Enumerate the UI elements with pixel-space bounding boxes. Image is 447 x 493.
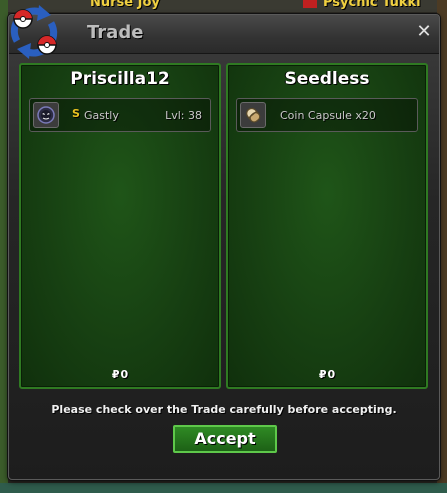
close-button[interactable]: ✕	[415, 23, 433, 41]
money-offer-right: ₽0	[228, 368, 426, 381]
shiny-badge: S	[72, 107, 80, 120]
item-name-left: Gastly	[84, 109, 119, 122]
player-name-right: Seedless	[284, 69, 370, 89]
background-strip-bottom	[0, 483, 447, 493]
trade-window: Trade ✕ Priscilla12 S Gastly Lvl: 38 ₽0 …	[8, 5, 440, 480]
trade-item-slot-left[interactable]: S Gastly Lvl: 38	[29, 98, 211, 132]
npc-name-left: Nurse Joy	[90, 0, 160, 10]
money-amount-right: 0	[327, 368, 336, 381]
trade-swap-icon	[3, 1, 65, 63]
item-level: Lvl: 38	[165, 109, 202, 122]
pokemon-sprite-icon	[33, 102, 59, 128]
title-bar[interactable]: Trade ✕	[9, 15, 439, 54]
money-symbol: ₽	[111, 368, 120, 381]
npc-tag	[303, 0, 317, 8]
money-amount-left: 0	[120, 368, 129, 381]
background-strip-left	[0, 0, 8, 493]
offer-panel-left: Priscilla12 S Gastly Lvl: 38 ₽0	[19, 63, 221, 389]
trade-notice: Please check over the Trade carefully be…	[51, 403, 397, 416]
npc-name-right: Psychic Tukki	[323, 0, 421, 10]
coin-capsule-icon	[240, 102, 266, 128]
money-offer-left: ₽0	[21, 368, 219, 381]
trade-item-slot-right[interactable]: Coin Capsule x20	[236, 98, 418, 132]
accept-button[interactable]: Accept	[173, 425, 277, 453]
offer-panel-right: Seedless Coin Capsule x20 ₽0	[226, 63, 428, 389]
money-symbol: ₽	[318, 368, 327, 381]
window-title: Trade	[87, 22, 144, 43]
player-name-left: Priscilla12	[70, 69, 170, 89]
item-name-right: Coin Capsule x20	[280, 109, 376, 122]
